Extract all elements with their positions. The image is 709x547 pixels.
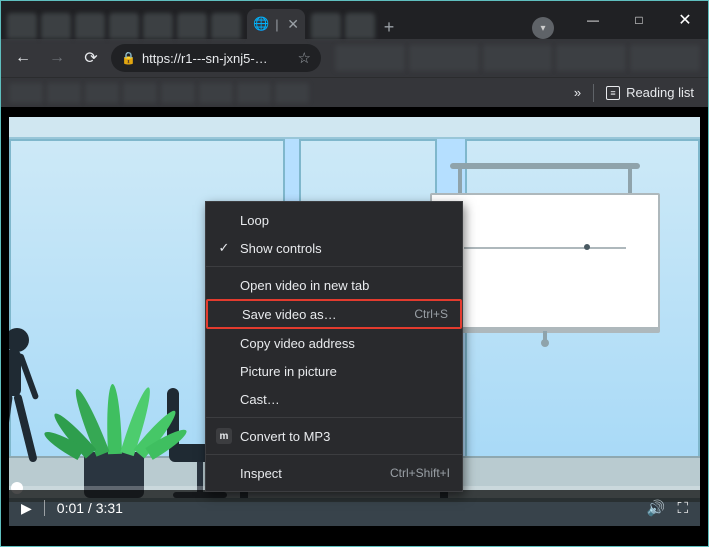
- bookmarks-bar: » ≡ Reading list: [1, 77, 708, 107]
- globe-icon: 🌐: [253, 16, 269, 32]
- convert-icon: m: [215, 427, 233, 445]
- ctx-label: Copy video address: [240, 336, 355, 351]
- url-text: https://r1---sn-jxnj5-…: [142, 51, 268, 66]
- new-tab-button[interactable]: +: [377, 15, 401, 39]
- tab-title-sep: |: [275, 17, 278, 32]
- reading-list-button[interactable]: ≡ Reading list: [600, 85, 700, 100]
- extensions-area: [335, 45, 700, 71]
- reading-list-label: Reading list: [626, 85, 694, 100]
- active-tab[interactable]: 🌐 | ✕: [247, 9, 305, 39]
- video-controls: ▶ 0:01 / 3:31 🔊 ⛶: [9, 490, 700, 526]
- profile-avatar-button[interactable]: ▾: [532, 17, 554, 39]
- ctx-open-new-tab[interactable]: Open video in new tab: [206, 271, 462, 299]
- context-menu: Loop ✓ Show controls Open video in new t…: [205, 201, 463, 492]
- ctx-loop[interactable]: Loop: [206, 206, 462, 234]
- lock-icon: 🔒: [121, 51, 136, 65]
- ctx-label: Inspect: [240, 466, 282, 481]
- ctx-convert-mp3[interactable]: m Convert to MP3: [206, 422, 462, 450]
- ctx-cast[interactable]: Cast…: [206, 385, 462, 413]
- ctx-label: Open video in new tab: [240, 278, 369, 293]
- ctx-separator: [206, 266, 462, 267]
- window-buttons: — □ ✕: [570, 1, 708, 39]
- person-silhouette: [9, 328, 49, 498]
- ctx-inspect[interactable]: Inspect Ctrl+Shift+I: [206, 459, 462, 487]
- ctx-label: Picture in picture: [240, 364, 337, 379]
- check-icon: ✓: [215, 239, 233, 257]
- ctx-picture-in-picture[interactable]: Picture in picture: [206, 357, 462, 385]
- ctx-separator: [206, 417, 462, 418]
- ctx-show-controls[interactable]: ✓ Show controls: [206, 234, 462, 262]
- projector-screen: [430, 167, 660, 347]
- forward-button[interactable]: →: [43, 44, 71, 72]
- tab-close-icon[interactable]: ✕: [287, 16, 299, 33]
- check-icon: [215, 211, 233, 229]
- ctx-label: Convert to MP3: [240, 429, 330, 444]
- reload-button[interactable]: ⟳: [77, 44, 105, 72]
- ctx-label: Loop: [240, 213, 269, 228]
- bookmark-star-icon[interactable]: ☆: [298, 49, 311, 67]
- bookmarks-items: [9, 83, 562, 103]
- plant: [54, 348, 174, 498]
- bookmarks-overflow-button[interactable]: »: [574, 85, 581, 100]
- play-button[interactable]: ▶: [21, 500, 32, 517]
- volume-button[interactable]: 🔊: [647, 499, 666, 517]
- toolbar: ← → ⟳ 🔒 https://r1---sn-jxnj5-… ☆: [1, 39, 708, 77]
- ctx-label: Save video as…: [242, 307, 337, 322]
- ctx-label: Cast…: [240, 392, 280, 407]
- ctx-label: Show controls: [240, 241, 322, 256]
- ctx-copy-address[interactable]: Copy video address: [206, 329, 462, 357]
- fullscreen-button[interactable]: ⛶: [677, 500, 688, 517]
- close-window-button[interactable]: ✕: [662, 1, 708, 39]
- maximize-button[interactable]: □: [616, 1, 662, 39]
- ctx-shortcut: Ctrl+S: [414, 307, 448, 321]
- tab-strip: 🌐 | ✕ + ▾: [1, 1, 568, 39]
- window-titlebar: 🌐 | ✕ + ▾ — □ ✕: [1, 1, 708, 39]
- reading-list-icon: ≡: [606, 86, 620, 100]
- minimize-button[interactable]: —: [570, 1, 616, 39]
- ctx-shortcut: Ctrl+Shift+I: [390, 466, 450, 480]
- separator: [44, 500, 45, 516]
- address-bar[interactable]: 🔒 https://r1---sn-jxnj5-… ☆: [111, 44, 321, 72]
- back-button[interactable]: ←: [9, 44, 37, 72]
- ctx-separator: [206, 454, 462, 455]
- ctx-save-video-as[interactable]: Save video as… Ctrl+S: [206, 299, 462, 329]
- timecode: 0:01 / 3:31: [57, 500, 123, 516]
